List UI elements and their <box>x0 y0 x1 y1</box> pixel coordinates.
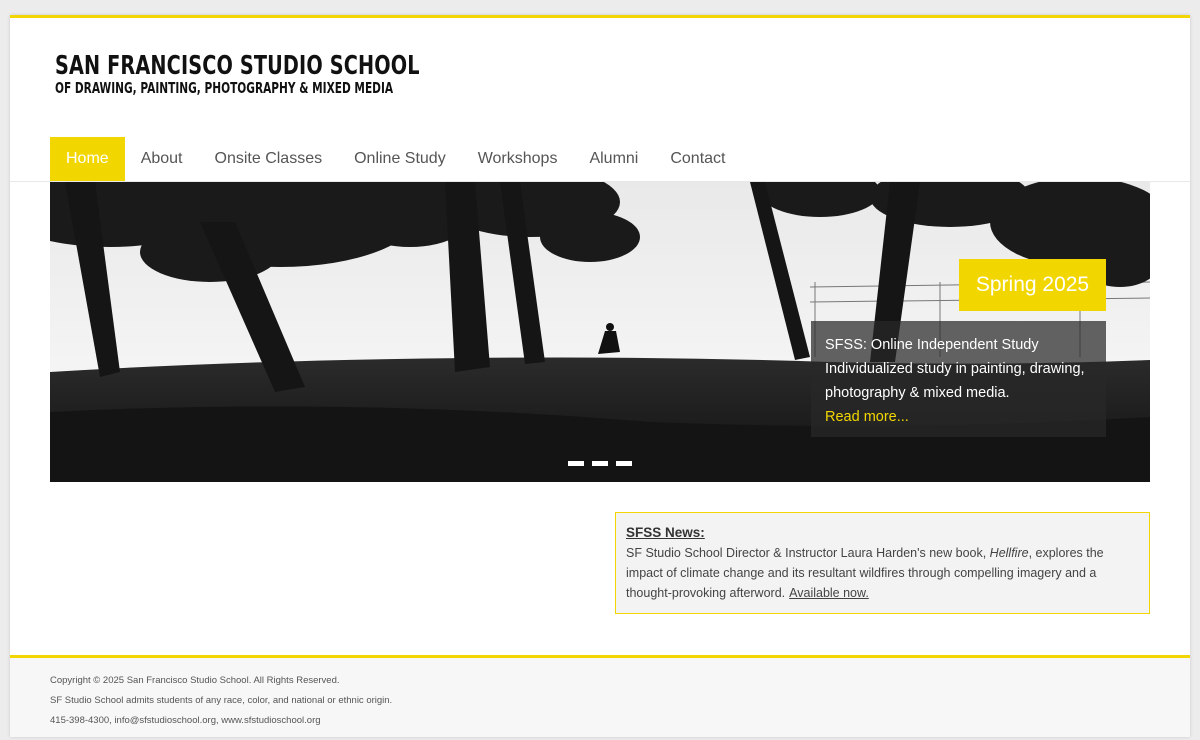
slider-pagination <box>568 461 632 466</box>
footer-admission: SF Studio School admits students of any … <box>50 695 393 706</box>
nav-item-alumni[interactable]: Alumni <box>573 137 654 181</box>
slide-dot[interactable] <box>568 461 584 466</box>
season-badge: Spring 2025 <box>959 259 1106 311</box>
logo-line-2: OF DRAWING, PAINTING, PHOTOGRAPHY & MIXE… <box>55 79 394 97</box>
nav-item-workshops[interactable]: Workshops <box>462 137 574 181</box>
slide-dot[interactable] <box>592 461 608 466</box>
site-logo[interactable]: SAN FRANCISCO STUDIO SCHOOL OF DRAWING, … <box>55 51 548 96</box>
nav-item-online-study[interactable]: Online Study <box>338 137 462 181</box>
available-now-link[interactable]: Available now. <box>789 586 869 600</box>
logo-line-1: SAN FRANCISCO STUDIO SCHOOL <box>55 51 420 81</box>
main-nav: Home About Onsite Classes Online Study W… <box>50 137 741 181</box>
hero-slider[interactable]: Spring 2025 SFSS: Online Independent Stu… <box>50 182 1150 482</box>
news-title: SFSS News: <box>626 525 705 540</box>
slide-caption: SFSS: Online Independent Study Individua… <box>811 321 1106 437</box>
news-book-title: Hellfire <box>989 546 1029 560</box>
footer-copyright: Copyright © 2025 San Francisco Studio Sc… <box>50 675 340 686</box>
footer-contact: 415-398-4300, info@sfstudioschool.org, w… <box>50 715 321 726</box>
caption-description: Individualized study in painting, drawin… <box>825 361 1085 401</box>
site-footer: Copyright © 2025 San Francisco Studio Sc… <box>10 655 1190 737</box>
read-more-link[interactable]: Read more... <box>825 405 1092 429</box>
nav-item-onsite-classes[interactable]: Onsite Classes <box>199 137 339 181</box>
slide-dot[interactable] <box>616 461 632 466</box>
page: SAN FRANCISCO STUDIO SCHOOL OF DRAWING, … <box>10 15 1190 737</box>
nav-item-contact[interactable]: Contact <box>654 137 741 181</box>
news-text-before: SF Studio School Director & Instructor L… <box>626 546 990 560</box>
nav-item-home[interactable]: Home <box>50 137 125 181</box>
caption-title: SFSS: Online Independent Study <box>825 337 1039 353</box>
news-box: SFSS News: SF Studio School Director & I… <box>615 512 1150 614</box>
nav-item-about[interactable]: About <box>125 137 199 181</box>
